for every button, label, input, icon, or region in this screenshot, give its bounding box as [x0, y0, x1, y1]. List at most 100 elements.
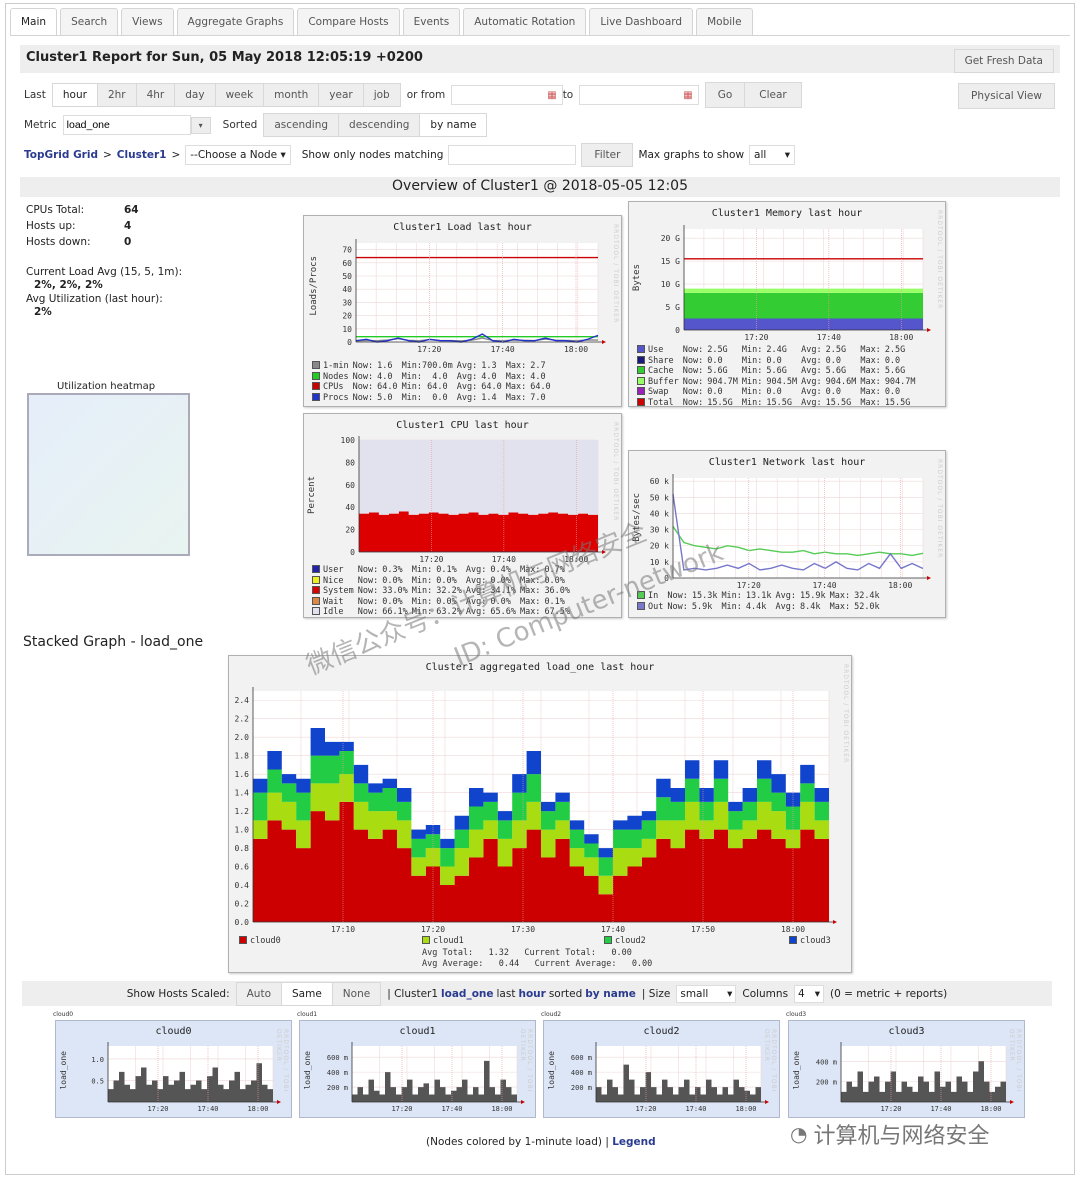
x-tick-label: 18:00 [888, 581, 912, 590]
host-graph-cloud1[interactable]: 200 m 400 m 600 m 17:20 17:40 18:00 cloud1 load… [299, 1020, 536, 1118]
series-area-idle [359, 440, 598, 515]
legend-summary: Avg Average: 0.44 Current Average: 0.00 [422, 959, 653, 969]
physical-view-button[interactable]: Physical View [958, 83, 1055, 109]
host-graph-cloud2[interactable]: 200 m 400 m 600 m 17:20 17:40 18:00 cloud2 load… [543, 1020, 780, 1118]
desc-sorted: sorted [548, 987, 583, 1000]
sort-ascending-button[interactable]: ascending [263, 113, 339, 137]
tab-views[interactable]: Views [121, 8, 174, 36]
y-tick-label: 0.0 [235, 918, 250, 927]
legend-text: cloud2 [615, 936, 646, 946]
overview-heading: Overview of Cluster1 @ 2018-05-05 12:05 [20, 177, 1060, 197]
legend-cell: Avg: [801, 398, 825, 409]
main-tabs: Main Search Views Aggregate Graphs Compare H… [10, 8, 753, 36]
range-2hr-button[interactable]: 2hr [96, 83, 136, 107]
tab-main[interactable]: Main [10, 8, 58, 36]
legend-text: 5.6G [825, 366, 847, 376]
host-graph-cloud3[interactable]: 200 m 400 m 17:20 17:40 18:00 cloud3 load_one R… [788, 1020, 1025, 1118]
breadcrumb-row: TopGrid Grid > Cluster1 > --Choose a Nod… [24, 143, 796, 167]
legend-cell: 0.0 [826, 356, 861, 367]
legend-cell: 5.9k [692, 602, 722, 613]
go-button[interactable]: Go [704, 82, 745, 108]
sort-by-name-button[interactable]: by name [419, 113, 488, 137]
get-fresh-data-button[interactable]: Get Fresh Data [953, 49, 1054, 73]
legend-text: Max: [829, 601, 851, 612]
legend-cell: Now: [358, 565, 382, 576]
columns-value: 4 [798, 987, 805, 1000]
legend-text: Min: 0.0 [401, 392, 448, 403]
rrdtool-credit: RRDTOOL / TOBI OETIKER [1008, 1029, 1022, 1093]
legend-text: Now: [352, 371, 374, 382]
breadcrumb-cluster-link[interactable]: Cluster1 [117, 149, 167, 161]
size-select[interactable]: small ▾ [676, 984, 737, 1003]
report-title-bar: Cluster1 Report for Sun, 05 May 2018 12:… [20, 45, 1060, 73]
legend-text: System [323, 586, 354, 596]
legend-cell: 2.4G [766, 345, 801, 356]
legend-text: 15.5G [766, 397, 792, 408]
legend-row: Buffer Now: 904.7M Min: 904.5M Avg: 904.6M Max:… [637, 376, 920, 388]
legend-cell: 64.0 [377, 382, 401, 393]
stacked-heading: Stacked Graph - load_one [23, 634, 204, 650]
breadcrumb-grid-link[interactable]: TopGrid Grid [24, 149, 98, 161]
y-tick-label: 200 m [327, 1084, 348, 1092]
range-4hr-button[interactable]: 4hr [135, 83, 175, 107]
range-day-button[interactable]: day [174, 83, 215, 107]
range-month-button[interactable]: month [263, 83, 319, 107]
legend-text: Avg: [775, 591, 796, 601]
legend-cell: 15.9k [800, 591, 830, 602]
max-graphs-select[interactable]: all ▾ [749, 145, 796, 165]
calendar-icon[interactable]: ▦ [683, 90, 692, 101]
scale-none-button[interactable]: None [331, 981, 382, 1006]
legend-text: Total [648, 397, 674, 408]
range-job-button[interactable]: job [362, 83, 401, 107]
range-year-button[interactable]: year [318, 83, 363, 107]
utilization-heatmap[interactable] [27, 393, 190, 556]
columns-select[interactable]: 4 ▾ [794, 984, 825, 1003]
tab-events[interactable]: Events [402, 8, 461, 36]
legend-text: Min: 64.0 [401, 382, 448, 392]
scale-same-button[interactable]: Same [281, 981, 332, 1006]
filter-button[interactable]: Filter [581, 143, 634, 167]
last-label: Last [24, 89, 46, 101]
memory-graph[interactable]: 0 5 G 10 G 15 G 20 G 17:20 17:40 18:00 Cluster1 … [628, 201, 946, 409]
tab-search[interactable]: Search [60, 8, 119, 36]
host-caption: cloud2 [541, 1011, 562, 1018]
range-hour-button[interactable]: hour [51, 83, 97, 107]
legend-text: Avg: [456, 392, 478, 403]
filter-input[interactable] [448, 145, 577, 165]
x-axis-arrow [833, 920, 837, 924]
y-tick-label: 10 [342, 325, 352, 334]
legend-text: 5.9k [691, 601, 713, 612]
clear-button[interactable]: Clear [744, 82, 802, 108]
load-graph[interactable]: 0 10 20 30 40 50 60 70 17:20 17:40 18:00 Cluster1 L… [303, 215, 622, 407]
legend-name: Nice [312, 575, 358, 587]
network-graph[interactable]: 0 10 k 20 k 30 k 40 k 50 k 60 k 17:20 17:40 18:00… [628, 450, 946, 618]
host-graph-cloud0[interactable]: 0.5 1.0 17:20 17:40 18:00 cloud0 load_one RRDTO… [55, 1020, 292, 1118]
stacked-load-graph[interactable]: 0.0 0.2 0.4 0.6 0.8 1.0 1.2 1.4 1.6 1.8 2.0 2.2 2.4 1… [228, 655, 852, 973]
metric-dropdown-button[interactable]: ▾ [190, 116, 211, 134]
legend-link[interactable]: Legend [612, 1136, 655, 1148]
sort-descending-button[interactable]: descending [338, 113, 420, 137]
legend-text: Min: [741, 366, 763, 376]
tab-automatic-rotation[interactable]: Automatic Rotation [463, 8, 587, 36]
tab-aggregate-graphs[interactable]: Aggregate Graphs [176, 8, 295, 36]
metric-row: Metric ▾ Sorted ascendingdescendingby na… [24, 113, 488, 137]
node-select[interactable]: --Choose a Node ▾ [185, 145, 291, 165]
to-date-input[interactable] [579, 85, 700, 105]
legend-cell: 0.0 [766, 356, 801, 367]
legend-cell: 0.0 [826, 387, 861, 398]
legend-text: 4.4k [745, 601, 767, 612]
tab-compare-hosts[interactable]: Compare Hosts [297, 8, 400, 36]
to-label: to [562, 89, 574, 101]
host-options-bar: Show Hosts Scaled: Auto Same None | Cluste… [22, 981, 1052, 1006]
calendar-icon[interactable]: ▦ [547, 90, 556, 101]
tab-mobile[interactable]: Mobile [696, 8, 753, 36]
desc-range: hour [518, 987, 546, 1000]
range-week-button[interactable]: week [214, 83, 264, 107]
legend-cell: 1.3 [481, 361, 505, 372]
legend-row: Procs Now: 5.0 Min: 0.0 Avg: 1.4 Max: 7.0 [312, 392, 555, 404]
tab-live-dashboard[interactable]: Live Dashboard [589, 8, 694, 36]
metric-input[interactable] [62, 115, 191, 135]
scale-auto-button[interactable]: Auto [235, 981, 281, 1006]
legend-swatch [312, 607, 320, 615]
legend-text: Wait [323, 596, 344, 607]
